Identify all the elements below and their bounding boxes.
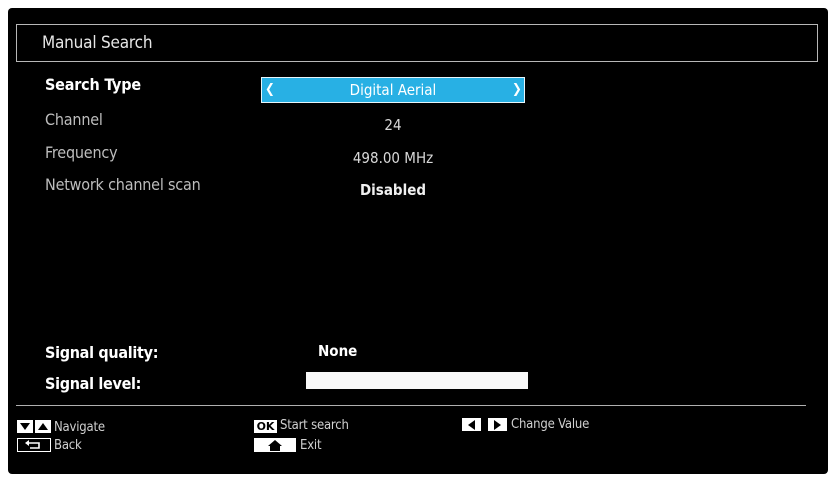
down-arrow-icon (17, 420, 33, 433)
signal-quality-label: Signal quality: (45, 343, 159, 362)
up-arrow-icon (35, 420, 51, 433)
change-value-hint: Change Value (511, 417, 590, 432)
frequency-value: 498.00 MHz (352, 149, 434, 167)
footer-divider (16, 405, 806, 406)
home-icon (254, 438, 296, 452)
network-channel-scan-value[interactable]: Disabled (260, 181, 526, 199)
right-key-icon (488, 418, 507, 431)
back-icon (17, 438, 51, 452)
start-search-hint: Start search (280, 418, 349, 433)
channel-value: 24 (384, 116, 402, 134)
navigate-hint: Navigate (54, 420, 105, 435)
exit-hint: Exit (300, 438, 322, 453)
signal-level-bar (306, 372, 528, 389)
channel-label: Channel (45, 110, 103, 129)
left-key-icon (462, 418, 481, 431)
right-arrow-icon[interactable]: ❯ (512, 83, 522, 97)
page-title: Manual Search (42, 33, 153, 53)
frequency-label: Frequency (45, 143, 118, 162)
signal-quality-value: None (318, 342, 358, 360)
signal-level-label: Signal level: (45, 374, 142, 393)
ok-key-icon: OK (254, 420, 277, 433)
back-hint: Back (54, 438, 82, 453)
network-channel-scan-label: Network channel scan (45, 175, 201, 194)
search-type-selector[interactable]: ❮ Digital Aerial ❯ (261, 77, 525, 103)
search-type-value: Digital Aerial (349, 81, 437, 99)
search-type-label: Search Type (45, 75, 141, 94)
